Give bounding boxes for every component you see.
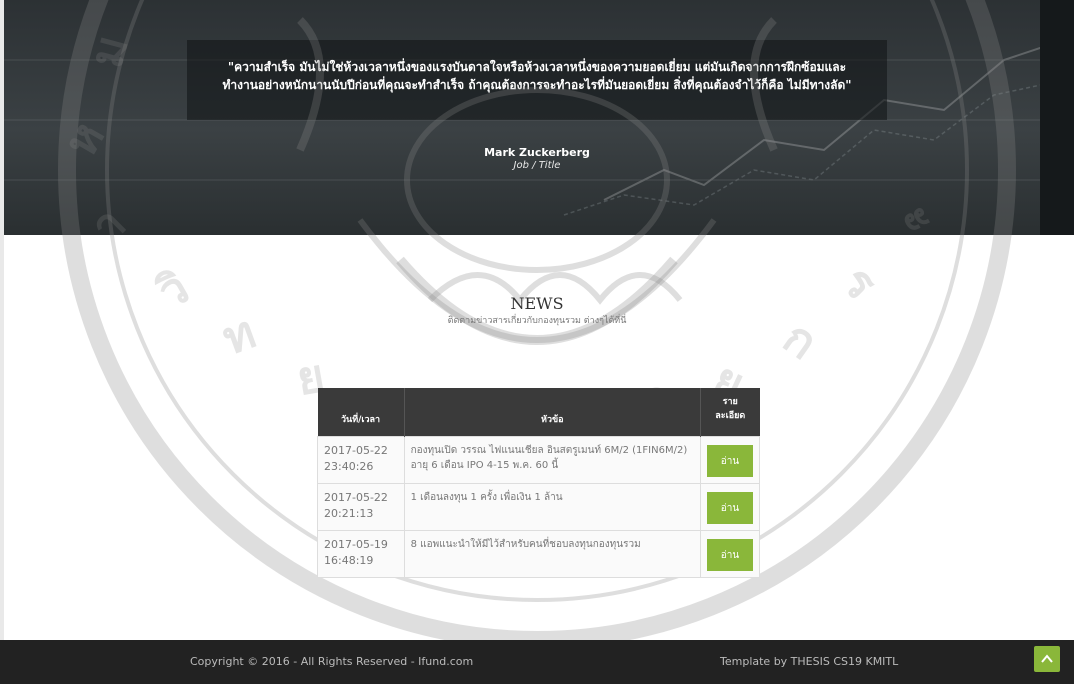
news-subtitle: ติดตามข่าวสารเกี่ยวกับกองทุนรวม ต่างๆได้… [447, 316, 627, 326]
column-header-topic: หัวข้อ [404, 388, 701, 437]
news-heading: NEWS [510, 294, 564, 313]
row-date-cell: 2017-05-22 23:40:26 [317, 436, 405, 484]
column-header-detail: ราย ละเอียด [700, 388, 760, 437]
footer-credit: Template by THESIS CS19 KMITL [720, 655, 899, 668]
row-detail-cell: อ่าน [699, 436, 761, 484]
svg-text:ร: ร [832, 255, 888, 311]
column-header-detail-line1: ราย [722, 397, 738, 407]
table-row: 2017-05-22 20:21:13 1 เดือนลงทุน 1 ครั้ง… [317, 483, 761, 531]
quote-author-title: Job / Title [513, 160, 561, 171]
row-topic: 8 แอพแนะนำให้มีไว้สำหรับคนที่ชอบลงทุนกอง… [403, 530, 701, 578]
footer-copyright: Copyright © 2016 - All Rights Reserved -… [190, 655, 474, 668]
row-topic: กองทุนเปิด วรรณ ไฟแนนเชียล อินสตรูเมนท์ … [403, 436, 701, 484]
row-topic: 1 เดือนลงทุน 1 ครั้ง เพื่อเงิน 1 ล้าน [403, 483, 701, 531]
row-time: 20:21:13 [324, 507, 374, 520]
quote-text: "ความสำเร็จ มันไม่ใช่ห้วงเวลาหนึ่งของแรง… [205, 58, 869, 94]
quote-line-1: "ความสำเร็จ มันไม่ใช่ห้วงเวลาหนึ่งของแรง… [227, 60, 847, 74]
quote-line-2: ทำงานอย่างหนักนานนับปีก่อนที่คุณจะทำสำเร… [222, 78, 852, 92]
page: "ความสำเร็จ มันไม่ใช่ห้วงเวลาหนึ่งของแรง… [0, 0, 1074, 684]
news-table-header: วันที่/เวลา หัวข้อ ราย ละเอียด [317, 388, 760, 437]
footer: Copyright © 2016 - All Rights Reserved -… [0, 640, 1074, 684]
table-row: 2017-05-22 23:40:26 กองทุนเปิด วรรณ ไฟแน… [317, 436, 761, 484]
row-date: 2017-05-22 [324, 491, 388, 504]
column-header-date: วันที่/เวลา [317, 388, 405, 437]
row-detail-cell: อ่าน [699, 483, 761, 531]
table-row: 2017-05-19 16:48:19 8 แอพแนะนำให้มีไว้สำ… [317, 530, 761, 578]
row-date: 2017-05-19 [324, 538, 388, 551]
svg-text:วิ: วิ [147, 260, 197, 320]
hero-edge-shadow [1040, 0, 1074, 235]
read-button[interactable]: อ่าน [706, 539, 753, 571]
row-time: 16:48:19 [324, 554, 374, 567]
row-time: 23:40:26 [324, 460, 374, 473]
svg-text:ก: ก [774, 310, 828, 370]
row-date-cell: 2017-05-22 20:21:13 [317, 483, 405, 531]
row-detail-cell: อ่าน [699, 530, 761, 578]
svg-text:ท: ท [215, 304, 262, 365]
row-date: 2017-05-22 [324, 444, 388, 457]
column-header-detail-line2: ละเอียด [715, 411, 746, 421]
chevron-up-icon [1041, 654, 1053, 663]
news-table: วันที่/เวลา หัวข้อ ราย ละเอียด 2017-05-2… [317, 388, 761, 578]
read-button[interactable]: อ่าน [706, 445, 753, 477]
row-date-cell: 2017-05-19 16:48:19 [317, 530, 405, 578]
scroll-to-top-button[interactable] [1034, 646, 1060, 672]
quote-author: Mark Zuckerberg [484, 146, 590, 159]
read-button[interactable]: อ่าน [706, 492, 753, 524]
